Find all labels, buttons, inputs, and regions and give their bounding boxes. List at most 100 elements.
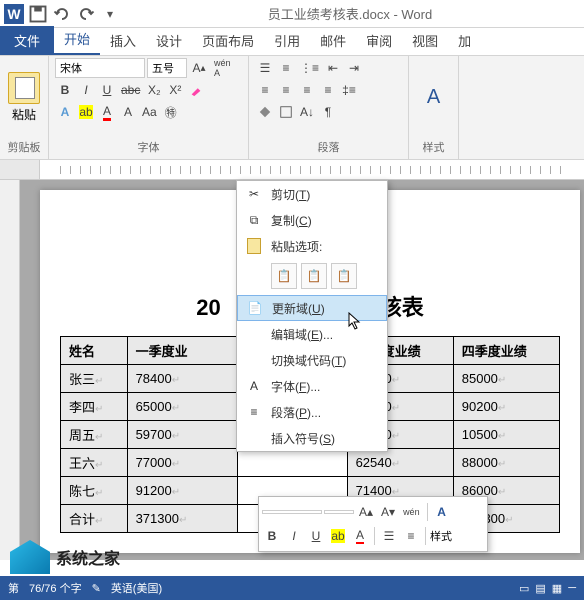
mini-font-color-icon[interactable]: A: [350, 526, 370, 546]
mini-numbering-icon[interactable]: ≡: [401, 526, 421, 546]
enclose-char-icon[interactable]: ㊕: [161, 102, 181, 122]
styles-gallery-icon[interactable]: A: [424, 88, 444, 108]
table-cell[interactable]: 65000: [127, 393, 237, 421]
align-left-icon[interactable]: ≡: [255, 80, 275, 100]
mini-size-select[interactable]: [324, 510, 354, 514]
sb-zoom-out-icon[interactable]: ─: [568, 582, 576, 595]
table-cell[interactable]: 张三: [61, 365, 128, 393]
subscript-button[interactable]: X₂: [144, 80, 164, 100]
align-right-icon[interactable]: ≡: [297, 80, 317, 100]
mini-italic[interactable]: I: [284, 526, 304, 546]
vertical-ruler[interactable]: [0, 180, 20, 560]
font-color-icon[interactable]: A: [97, 102, 117, 122]
sb-web-layout-icon[interactable]: ▦: [552, 582, 562, 595]
line-spacing-icon[interactable]: ‡≡: [339, 80, 359, 100]
mini-format-painter-icon[interactable]: A: [432, 502, 452, 522]
cm-cut[interactable]: ✂ 剪切(T): [237, 181, 387, 207]
table-cell[interactable]: 62540: [347, 449, 453, 477]
sb-read-mode-icon[interactable]: ▭: [519, 582, 529, 595]
cm-font[interactable]: A 字体(F)...: [237, 373, 387, 399]
text-effects-icon[interactable]: A: [55, 102, 75, 122]
tab-addins[interactable]: 加: [448, 26, 481, 55]
tab-design[interactable]: 设计: [146, 26, 192, 55]
tab-references[interactable]: 引用: [264, 26, 310, 55]
italic-button[interactable]: I: [76, 80, 96, 100]
mini-phonetic-icon[interactable]: wén: [400, 502, 423, 522]
decrease-indent-icon[interactable]: ⇤: [323, 58, 343, 78]
tab-review[interactable]: 审阅: [356, 26, 402, 55]
borders-icon[interactable]: [276, 102, 296, 122]
mini-font-select[interactable]: [262, 510, 322, 514]
table-cell[interactable]: 59700: [127, 421, 237, 449]
table-cell[interactable]: 78400: [127, 365, 237, 393]
table-cell[interactable]: 371300: [127, 505, 237, 533]
font-family-select[interactable]: 宋体: [55, 58, 145, 78]
paste-button[interactable]: 粘贴: [6, 70, 42, 125]
table-cell[interactable]: 陈七: [61, 477, 128, 505]
strike-button[interactable]: abc: [118, 80, 143, 100]
table-cell[interactable]: 88000: [453, 449, 559, 477]
cm-copy[interactable]: ⧉ 复制(C): [237, 207, 387, 233]
highlight-icon[interactable]: ab: [76, 102, 96, 122]
sb-page[interactable]: 第: [8, 580, 19, 596]
table-header[interactable]: 四季度业绩: [453, 337, 559, 365]
cm-paragraph[interactable]: ≡ 段落(P)...: [237, 399, 387, 425]
paste-text-icon[interactable]: 📋: [331, 263, 357, 289]
save-icon[interactable]: [28, 4, 48, 24]
table-cell[interactable]: 91200: [127, 477, 237, 505]
tab-home[interactable]: 开始: [54, 24, 100, 55]
undo-icon[interactable]: [52, 4, 72, 24]
table-cell[interactable]: 周五: [61, 421, 128, 449]
align-center-icon[interactable]: ≡: [276, 80, 296, 100]
tab-file[interactable]: 文件: [0, 26, 54, 55]
justify-icon[interactable]: ≡: [318, 80, 338, 100]
clear-format-icon[interactable]: [186, 80, 206, 100]
paste-merge-icon[interactable]: 📋: [301, 263, 327, 289]
paste-keep-source-icon[interactable]: 📋: [271, 263, 297, 289]
ruler-track[interactable]: [40, 160, 584, 179]
char-shading-icon[interactable]: A: [118, 102, 138, 122]
tab-view[interactable]: 视图: [402, 26, 448, 55]
redo-icon[interactable]: [76, 4, 96, 24]
mini-highlight-icon[interactable]: ab: [328, 526, 348, 546]
table-cell[interactable]: 77000: [127, 449, 237, 477]
mini-shrink-icon[interactable]: A▾: [378, 502, 398, 522]
cm-toggle-field[interactable]: 切换域代码(T): [237, 347, 387, 373]
table-header[interactable]: 姓名: [61, 337, 128, 365]
sb-language[interactable]: 英语(美国): [111, 580, 162, 596]
mini-styles-label[interactable]: 样式: [430, 528, 452, 544]
mini-underline[interactable]: U: [306, 526, 326, 546]
increase-indent-icon[interactable]: ⇥: [344, 58, 364, 78]
mini-grow-icon[interactable]: A▴: [356, 502, 376, 522]
table-cell[interactable]: 王六: [61, 449, 128, 477]
multilevel-icon[interactable]: ⋮≡: [297, 58, 322, 78]
sb-words[interactable]: 76/76 个字: [29, 580, 82, 596]
table-cell[interactable]: 85000: [453, 365, 559, 393]
sb-proofing-icon[interactable]: ✎: [92, 582, 101, 595]
grow-font-icon[interactable]: A▴: [189, 58, 209, 78]
qat-dropdown-icon[interactable]: ▾: [100, 4, 120, 24]
tab-insert[interactable]: 插入: [100, 26, 146, 55]
tab-mailings[interactable]: 邮件: [310, 26, 356, 55]
shading-icon[interactable]: [255, 102, 275, 122]
cm-update-field[interactable]: 📄 更新域(U): [237, 295, 387, 321]
tab-layout[interactable]: 页面布局: [192, 26, 264, 55]
bullets-icon[interactable]: ☰: [255, 58, 275, 78]
sort-icon[interactable]: A↓: [297, 102, 317, 122]
underline-button[interactable]: U: [97, 80, 117, 100]
phonetic-guide-icon[interactable]: wénA: [211, 58, 234, 78]
word-app-icon[interactable]: W: [4, 4, 24, 24]
mini-bold[interactable]: B: [262, 526, 282, 546]
table-cell[interactable]: 合计: [61, 505, 128, 533]
superscript-button[interactable]: X²: [165, 80, 185, 100]
show-marks-icon[interactable]: ¶: [318, 102, 338, 122]
mini-bullets-icon[interactable]: ☰: [379, 526, 399, 546]
table-cell[interactable]: 李四: [61, 393, 128, 421]
change-case-icon[interactable]: Aa: [139, 102, 160, 122]
sb-print-layout-icon[interactable]: ▤: [535, 582, 545, 595]
cm-edit-field[interactable]: 编辑域(E)...: [237, 321, 387, 347]
table-header[interactable]: 一季度业: [127, 337, 237, 365]
bold-button[interactable]: B: [55, 80, 75, 100]
table-cell[interactable]: 10500: [453, 421, 559, 449]
font-size-select[interactable]: 五号: [147, 58, 187, 78]
